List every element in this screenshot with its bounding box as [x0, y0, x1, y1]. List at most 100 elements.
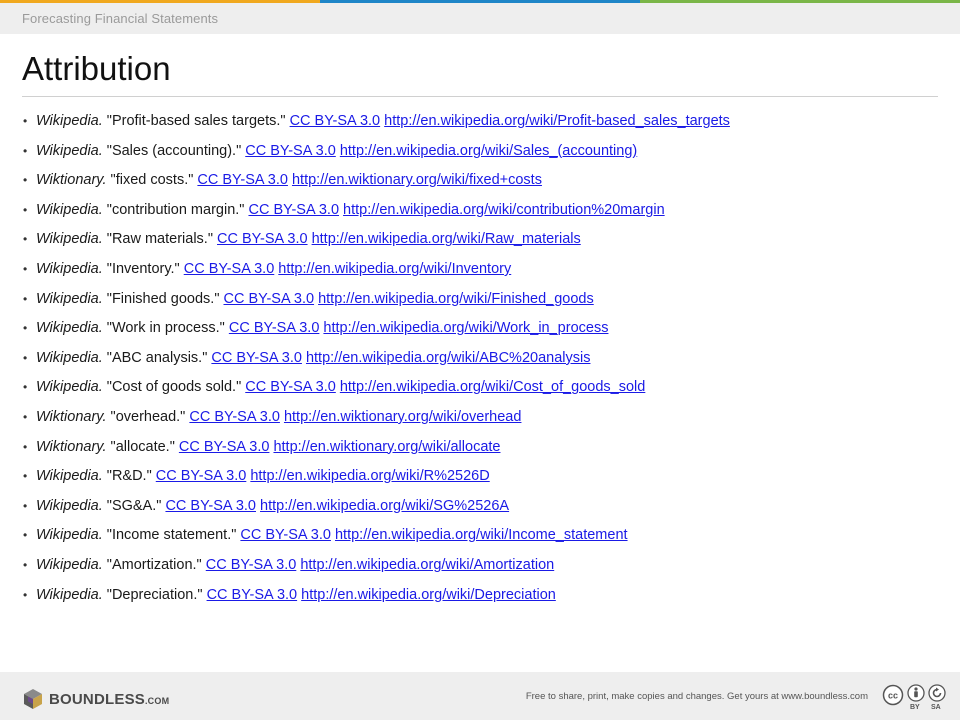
license-link[interactable]: CC BY-SA 3.0 — [229, 318, 320, 338]
license-link[interactable]: CC BY-SA 3.0 — [248, 200, 339, 220]
source-name: Wikipedia. — [36, 556, 103, 573]
source-url-link[interactable]: http://en.wiktionary.org/wiki/allocate — [273, 437, 500, 457]
attribution-item: • Wikipedia. "Profit-based sales targets.… — [22, 111, 938, 141]
license-link[interactable]: CC BY-SA 3.0 — [189, 407, 280, 427]
boundless-cube-icon — [24, 689, 42, 709]
cc-license-badge[interactable]: cc BY SA — [882, 684, 946, 712]
source-name: Wikipedia. — [36, 201, 103, 218]
license-link[interactable]: CC BY-SA 3.0 — [206, 555, 297, 575]
license-link[interactable]: CC BY-SA 3.0 — [290, 111, 381, 131]
source-name: Wikipedia. — [36, 527, 103, 544]
source-name: Wikipedia. — [36, 349, 103, 366]
source-name: Wikipedia. — [36, 142, 103, 159]
source-url-link[interactable]: http://en.wikipedia.org/wiki/Cost_of_goo… — [340, 377, 645, 397]
license-link[interactable]: CC BY-SA 3.0 — [184, 259, 275, 279]
bullet-icon: • — [23, 232, 28, 247]
source-url-link[interactable]: http://en.wiktionary.org/wiki/fixed+cost… — [292, 170, 542, 190]
bullet-icon: • — [23, 439, 28, 454]
sa-label: SA — [931, 704, 941, 711]
source-url-link[interactable]: http://en.wikipedia.org/wiki/Inventory — [278, 259, 511, 279]
bullet-icon: • — [23, 321, 28, 336]
article-title: "Cost of goods sold." — [106, 379, 242, 396]
attribution-item: • Wikipedia. "Cost of goods sold." CC BY-… — [22, 377, 938, 407]
article-title: "Amortization." — [106, 556, 202, 573]
article-title: "contribution margin." — [106, 201, 245, 218]
bullet-icon: • — [23, 143, 28, 158]
license-link[interactable]: CC BY-SA 3.0 — [217, 229, 308, 249]
source-url-link[interactable]: http://en.wikipedia.org/wiki/Profit-base… — [384, 111, 730, 131]
attribution-item: • Wiktionary. "allocate." CC BY-SA 3.0 ht… — [22, 437, 938, 467]
article-title: "Income statement." — [106, 527, 237, 544]
by-icon — [907, 684, 925, 702]
source-name: Wikipedia. — [36, 320, 103, 337]
logo-wordmark: BOUNDLESS.COM — [49, 691, 169, 708]
source-url-link[interactable]: http://en.wikipedia.org/wiki/Income_stat… — [335, 525, 628, 545]
bullet-icon: • — [23, 173, 28, 188]
attribution-item: • Wikipedia. "SG&A." CC BY-SA 3.0 http://… — [22, 496, 938, 526]
attribution-item: • Wikipedia. "Depreciation." CC BY-SA 3.0… — [22, 585, 938, 615]
license-link[interactable]: CC BY-SA 3.0 — [245, 141, 336, 161]
source-url-link[interactable]: http://en.wikipedia.org/wiki/R%2526D — [250, 466, 489, 486]
bullet-icon: • — [23, 587, 28, 602]
bullet-icon: • — [23, 557, 28, 572]
license-link[interactable]: CC BY-SA 3.0 — [197, 170, 288, 190]
source-url-link[interactable]: http://en.wikipedia.org/wiki/ABC%20analy… — [306, 348, 591, 368]
source-url-link[interactable]: http://en.wikipedia.org/wiki/SG%2526A — [260, 496, 509, 516]
attribution-item: • Wiktionary. "overhead." CC BY-SA 3.0 ht… — [22, 407, 938, 437]
article-title: "SG&A." — [106, 497, 162, 514]
license-link[interactable]: CC BY-SA 3.0 — [207, 585, 298, 605]
source-name: Wiktionary. — [36, 408, 107, 425]
sa-icon — [928, 684, 946, 702]
cc-icon: cc — [882, 684, 904, 706]
sa-badge: SA — [928, 684, 946, 712]
article-title: "allocate." — [110, 438, 175, 455]
bullet-icon: • — [23, 528, 28, 543]
license-link[interactable]: CC BY-SA 3.0 — [211, 348, 302, 368]
article-title: "Raw materials." — [106, 231, 213, 248]
source-name: Wikipedia. — [36, 379, 103, 396]
source-name: Wikipedia. — [36, 586, 103, 603]
title-divider — [22, 96, 938, 97]
source-name: Wiktionary. — [36, 438, 107, 455]
bullet-icon: • — [23, 350, 28, 365]
attribution-item: • Wikipedia. "contribution margin." CC BY… — [22, 200, 938, 230]
license-link[interactable]: CC BY-SA 3.0 — [245, 377, 336, 397]
bullet-icon: • — [23, 291, 28, 306]
header-bar: Forecasting Financial Statements — [0, 3, 960, 34]
source-url-link[interactable]: http://en.wikipedia.org/wiki/Finished_go… — [318, 289, 594, 309]
source-url-link[interactable]: http://en.wikipedia.org/wiki/Sales_(acco… — [340, 141, 637, 161]
source-url-link[interactable]: http://en.wikipedia.org/wiki/contributio… — [343, 200, 665, 220]
attribution-item: • Wikipedia. "Amortization." CC BY-SA 3.0… — [22, 555, 938, 585]
attribution-item: • Wikipedia. "Sales (accounting)." CC BY-… — [22, 141, 938, 171]
bullet-icon: • — [23, 114, 28, 128]
source-url-link[interactable]: http://en.wikipedia.org/wiki/Depreciatio… — [301, 585, 556, 605]
license-link[interactable]: CC BY-SA 3.0 — [240, 525, 331, 545]
license-link[interactable]: CC BY-SA 3.0 — [165, 496, 256, 516]
footer-notice: Free to share, print, make copies and ch… — [525, 691, 868, 702]
article-title: "Profit-based sales targets." — [106, 113, 286, 129]
source-url-link[interactable]: http://en.wikipedia.org/wiki/Amortizatio… — [300, 555, 554, 575]
license-link[interactable]: CC BY-SA 3.0 — [224, 289, 315, 309]
attribution-item: • Wikipedia. "Raw materials." CC BY-SA 3.… — [22, 229, 938, 259]
attribution-item: • Wikipedia. "ABC analysis." CC BY-SA 3.0… — [22, 348, 938, 378]
attribution-list: • Wikipedia. "Profit-based sales targets.… — [22, 111, 938, 614]
license-link[interactable]: CC BY-SA 3.0 — [156, 466, 247, 486]
article-title: "fixed costs." — [110, 172, 194, 189]
bullet-icon: • — [23, 409, 28, 424]
attribution-item: • Wikipedia. "Inventory." CC BY-SA 3.0 ht… — [22, 259, 938, 289]
boundless-logo[interactable]: BOUNDLESS.COM — [22, 688, 169, 710]
source-url-link[interactable]: http://en.wikipedia.org/wiki/Work_in_pro… — [323, 318, 608, 338]
bullet-icon: • — [23, 261, 28, 276]
license-link[interactable]: CC BY-SA 3.0 — [179, 437, 270, 457]
bullet-icon: • — [23, 380, 28, 395]
bullet-icon: • — [23, 498, 28, 513]
source-name: Wikipedia. — [36, 231, 103, 248]
article-title: "Work in process." — [106, 320, 225, 337]
source-url-link[interactable]: http://en.wiktionary.org/wiki/overhead — [284, 407, 522, 427]
attribution-item: • Wiktionary. "fixed costs." CC BY-SA 3.0… — [22, 170, 938, 200]
article-title: "Finished goods." — [106, 290, 220, 307]
article-title: "overhead." — [110, 408, 186, 425]
source-name: Wikipedia. — [36, 260, 103, 277]
header-title: Forecasting Financial Statements — [22, 11, 219, 26]
source-url-link[interactable]: http://en.wikipedia.org/wiki/Raw_materia… — [312, 229, 581, 249]
